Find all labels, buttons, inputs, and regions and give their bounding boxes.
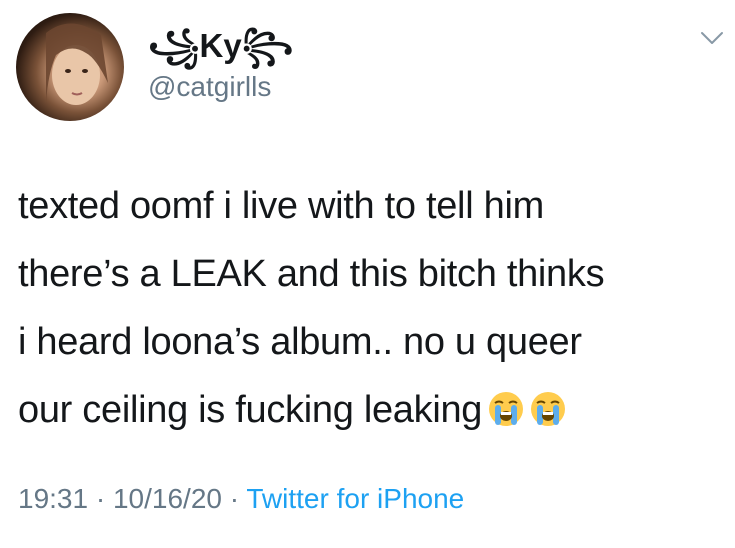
author-handle[interactable]: @catgirlls <box>148 70 271 104</box>
tweet-text-line: our ceiling is fucking leaking <box>18 389 483 431</box>
tweet-card: ꧁Ky꧂ @catgirlls texted oomf i live with … <box>0 0 735 548</box>
tweet-meta: 19:31 · 10/16/20 · Twitter for iPhone <box>18 482 464 516</box>
tweet-text-line: i heard loona’s album.. no u queer <box>18 321 582 363</box>
tweet-time[interactable]: 19:31 <box>18 483 88 514</box>
tweet-source-link[interactable]: Twitter for iPhone <box>246 483 464 514</box>
meta-separator: · <box>88 483 113 514</box>
tweet-text: texted oomf i live with to tell him ther… <box>18 172 723 444</box>
tweet-text-line: there’s a LEAK and this bitch thinks <box>18 253 605 295</box>
avatar[interactable] <box>16 13 124 121</box>
tweet-text-last-line: our ceiling is fucking leaking <box>18 376 723 444</box>
loudly-crying-face-icon <box>489 392 524 426</box>
tweet-text-line: texted oomf i live with to tell him <box>18 185 544 227</box>
chevron-down-icon[interactable] <box>700 28 724 48</box>
loudly-crying-face-icon <box>531 392 566 426</box>
avatar-photo-icon <box>46 23 108 105</box>
tweet-date[interactable]: 10/16/20 <box>113 483 222 514</box>
author-display-name[interactable]: ꧁Ky꧂ <box>148 26 293 66</box>
meta-separator: · <box>221 483 247 514</box>
